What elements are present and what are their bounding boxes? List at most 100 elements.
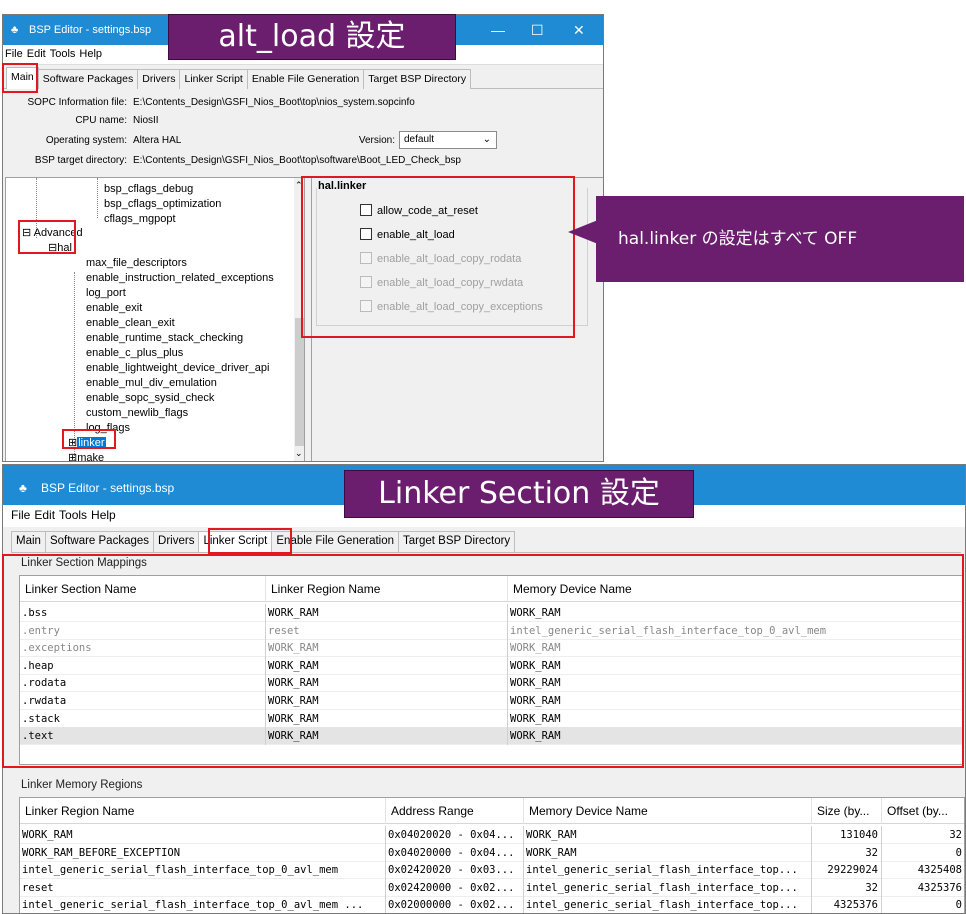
expand-icon[interactable]: ⊞ [68,452,77,461]
close-icon[interactable]: ✕ [573,22,585,39]
cell-range: 0x04020000 - 0x04... [386,843,524,862]
table-row[interactable]: WORK_RAM 0x04020020 - 0x04... WORK_RAM 1310… [20,826,964,844]
bsp-dir-value: E:\Contents_Design\GSFI_Nios_Boot\top\so… [133,155,461,166]
table-row[interactable]: intel_generic_serial_flash_interface_top… [20,861,964,879]
maximize-icon[interactable]: ☐ [531,22,544,39]
cell-size: 4325376 [812,896,882,913]
table-row[interactable]: WORK_RAM_BEFORE_EXCEPTION 0x04020000 - 0x… [20,843,964,862]
tab-drivers[interactable]: Drivers [153,531,200,552]
app-icon: ♣ [11,24,19,36]
cell-offset: 4325408 [882,861,964,879]
bsp-dir-label: BSP target directory: [34,155,127,166]
menu-edit[interactable]: Edit [25,45,48,63]
menu-help[interactable]: Help [77,45,104,63]
menu-help[interactable]: Help [89,505,118,525]
chevron-down-icon: ⌄ [482,134,491,145]
tab-linker-script[interactable]: Linker Script [179,69,248,89]
tree-item-hal-8[interactable]: enable_mul_div_emulation [86,376,217,391]
cell-name: WORK_RAM [20,826,386,844]
cell-size: 32 [812,843,882,862]
cell-range: 0x04020020 - 0x04... [386,826,524,844]
col-header-offset[interactable]: Offset (by... [882,798,964,824]
highlight-advanced-hal [18,220,76,254]
banner-alt-load: alt_load 設定 [168,14,456,60]
linker-memory-regions-table[interactable]: Linker Region Name Address Range Memory … [19,797,965,913]
sopc-label: SOPC Information file: [27,97,127,108]
tree-item-hal-7[interactable]: enable_lightweight_device_driver_api [86,361,269,376]
tab-target-bsp-directory[interactable]: Target BSP Directory [363,69,472,89]
menu-file[interactable]: File [3,45,25,63]
highlight-section-mappings [2,554,964,768]
tab-drivers[interactable]: Drivers [137,69,181,89]
cell-offset: 4325376 [882,879,964,897]
highlight-hal-linker-panel [301,176,575,338]
tree-item-cflags-mgpopt[interactable]: cflags_mgpopt [104,212,176,227]
tab-enable-file-generation[interactable]: Enable File Generation [246,69,365,89]
highlight-main-tab [2,63,38,93]
col-header-device[interactable]: Memory Device Name [524,798,812,824]
cell-range: 0x02000000 - 0x02... [386,896,524,913]
cell-offset: 0 [882,896,964,913]
scroll-down-icon[interactable]: ⌄ [295,448,303,459]
tree-item-bsp-cflags-debug[interactable]: bsp_cflags_debug [104,182,193,197]
tree-item-hal-9[interactable]: enable_sopc_sysid_check [86,391,214,406]
menu-edit[interactable]: Edit [32,505,57,525]
tree-item-hal-6[interactable]: enable_c_plus_plus [86,346,183,361]
os-value: Altera HAL [133,135,182,146]
app-icon: ♣ [19,481,27,495]
menu-tools[interactable]: Tools [57,505,89,525]
callout-note: hal.linker の設定はすべて OFF [596,196,964,282]
col-header-size[interactable]: Size (by... [812,798,882,824]
cell-size: 32 [812,878,882,897]
tree-label-make: make [77,452,105,462]
tree-item-bsp-cflags-optimization[interactable]: bsp_cflags_optimization [104,197,221,212]
tab-strip: Main Software Packages Drivers Linker Scrip… [3,67,603,89]
cell-device: intel_generic_serial_flash_interface_top… [524,896,812,913]
highlight-linker-node [62,429,116,449]
cell-name: WORK_RAM_BEFORE_EXCEPTION [20,843,386,862]
regions-section-title: Linker Memory Regions [21,779,143,791]
cell-device: WORK_RAM [524,826,812,844]
cpu-label: CPU name: [75,115,127,126]
cell-size: 29229024 [812,861,882,879]
tab-strip: Main Software Packages Drivers Linker Scrip… [11,531,961,553]
cell-name: intel_generic_serial_flash_interface_top… [20,896,386,913]
menu-file[interactable]: File [3,505,32,525]
table-row[interactable]: intel_generic_serial_flash_interface_top… [20,896,964,913]
table-header: Linker Region Name Address Range Memory … [20,798,964,824]
tree-item-hal-4[interactable]: enable_clean_exit [86,316,175,331]
tree-item-hal-10[interactable]: custom_newlib_flags [86,406,188,421]
minimize-icon[interactable]: — [491,22,505,38]
table-row[interactable]: reset 0x02420000 - 0x02... intel_generic_s… [20,878,964,897]
cell-size: 131040 [812,826,882,844]
tab-software-packages[interactable]: Software Packages [44,531,155,552]
tree-item-hal-5[interactable]: enable_runtime_stack_checking [86,331,243,346]
tree-item-hal-0[interactable]: max_file_descriptors [86,256,187,271]
cell-name: reset [20,878,386,897]
menu-tools[interactable]: Tools [48,45,78,63]
version-label: Version: [358,135,395,146]
col-header-region[interactable]: Linker Region Name [20,798,386,824]
col-header-address[interactable]: Address Range [386,798,524,824]
tab-main[interactable]: Main [11,531,46,552]
cell-range: 0x02420000 - 0x02... [386,878,524,897]
tree-item-hal-1[interactable]: enable_instruction_related_exceptions [86,271,274,286]
window-title: BSP Editor - settings.bsp [29,24,152,36]
sort-descending-icon: ⌄ [452,798,460,801]
cell-offset: 0 [882,844,964,862]
version-select[interactable]: default ⌄ [399,131,497,149]
cell-range: 0x02420020 - 0x03... [386,861,524,879]
tab-software-packages[interactable]: Software Packages [37,69,139,89]
tree-item-hal-3[interactable]: enable_exit [86,301,142,316]
cell-device: WORK_RAM [524,843,812,862]
bsp-info-panel: SOPC Information file: E:\Contents_Desig… [3,91,603,175]
cell-device: intel_generic_serial_flash_interface_top… [524,878,812,897]
tree-item-hal-2[interactable]: log_port [86,286,126,301]
cell-name: intel_generic_serial_flash_interface_top… [20,861,386,879]
tab-target-bsp-directory[interactable]: Target BSP Directory [398,531,516,552]
callout-pointer [568,220,598,244]
highlight-linker-script-tab [208,528,292,554]
cell-device: intel_generic_serial_flash_interface_top… [524,861,812,879]
window-title: BSP Editor - settings.bsp [41,481,175,495]
tree-node-make[interactable]: ⊞make [68,451,105,462]
